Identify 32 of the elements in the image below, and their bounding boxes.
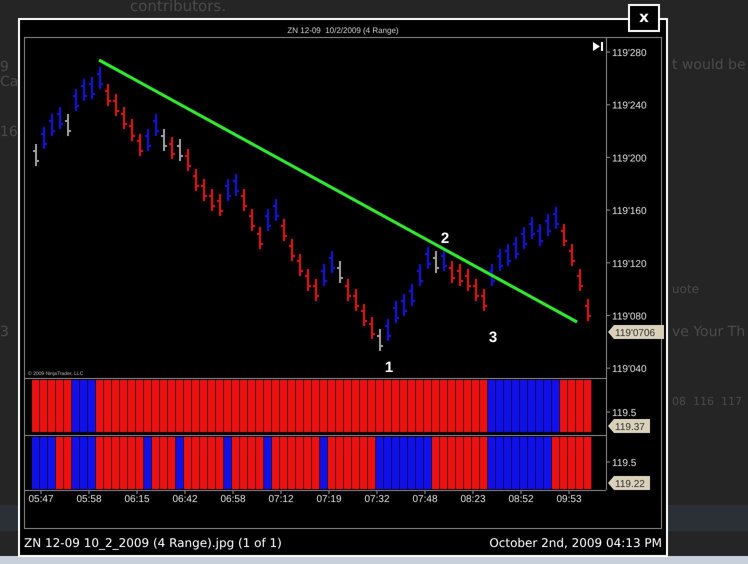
time-axis-label: 07:12: [268, 494, 294, 505]
indicator-axis-label: 119.5: [612, 458, 636, 469]
time-axis-label: 07:48: [412, 494, 438, 505]
annotation-label: 3: [488, 329, 498, 346]
price-axis-label: 119'240: [612, 100, 647, 112]
indicator-value-tag: 119.22: [608, 476, 650, 490]
time-axis-label: 06:42: [172, 494, 198, 505]
time-axis-label: 06:58: [220, 494, 246, 505]
time-axis-label: 08:52: [508, 494, 534, 505]
price-axis-label: 119'120: [612, 258, 647, 270]
price-axis-label: 119'040: [612, 364, 647, 376]
price-axis-label: 119'200: [612, 153, 647, 164]
image-file-name: ZN 12-09 10_2_2009 (4 Range).jpg (1 of 1): [24, 536, 282, 550]
skip-to-end-icon[interactable]: [593, 42, 603, 51]
time-axis-label: 09:53: [556, 494, 582, 505]
time-axis-label: 05:58: [76, 494, 102, 505]
time-axis-label: 07:32: [364, 494, 390, 505]
time-axis-label: 05:47: [28, 494, 54, 505]
time-axis-label: 08:23: [460, 494, 486, 505]
time-axis-label: 07:19: [316, 494, 342, 505]
annotation-label: 2: [440, 230, 450, 247]
price-axis-label: 119'080: [612, 312, 647, 322]
chart-title: ZN 12-09 10/2/2009 (4 Range): [287, 26, 399, 35]
annotation-label: 1: [384, 359, 394, 376]
price-axis-label: 119'280: [612, 48, 647, 59]
time-axis-label: 06:15: [124, 494, 150, 505]
close-button[interactable]: x: [628, 4, 660, 32]
current-price-tag: 119'0706: [608, 325, 664, 339]
indicator-axis-label: 119.5: [612, 408, 636, 419]
image-date: October 2nd, 2009 04:13 PM: [489, 536, 662, 550]
indicator-value-tag: 119.37: [608, 419, 650, 433]
price-axis-label: 119'160: [612, 206, 647, 218]
